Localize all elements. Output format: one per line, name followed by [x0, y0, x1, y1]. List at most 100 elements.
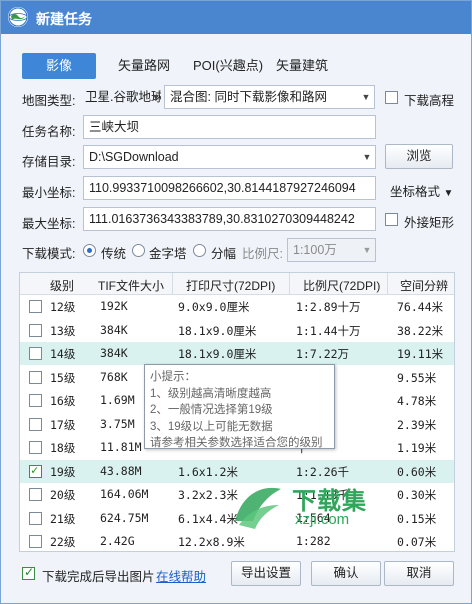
cell-level: 19级	[50, 464, 76, 479]
min-coord-input[interactable]: 110.9933710098266602,30.8144187927246094	[83, 176, 376, 200]
cell-tif-size: 768K	[100, 369, 128, 384]
cell-resolution: 9.55米	[397, 370, 437, 385]
tab-vector-buildings[interactable]: 矢量建筑	[269, 53, 335, 79]
row-checkbox[interactable]	[29, 441, 42, 454]
col-level: 级别	[50, 279, 75, 293]
col-tif-size: TIF文件大小	[98, 279, 164, 293]
max-coord-input[interactable]: 111.0163736343383789,30.8310270309448242	[83, 207, 376, 231]
browse-button[interactable]: 浏览	[385, 144, 453, 169]
chevron-down-icon: ▼	[151, 92, 161, 102]
scale-select[interactable]: 1:100万 ▼	[287, 238, 376, 262]
col-divider	[172, 273, 173, 295]
map-source-select[interactable]: 卫星.谷歌地球 ▼	[83, 85, 162, 109]
cell-print-size: 1.6x1.2米	[178, 464, 238, 479]
mode-sheet-radio[interactable]	[193, 244, 206, 257]
mode-traditional-radio[interactable]	[83, 244, 96, 257]
cell-level: 21级	[50, 511, 76, 526]
row-checkbox[interactable]	[29, 300, 42, 313]
table-row[interactable]: 14级 384K 18.1x9.0厘米 1:7.22万 19.11米	[20, 342, 454, 365]
row-checkbox[interactable]	[29, 535, 42, 548]
cell-level: 16级	[50, 394, 76, 408]
cell-tif-size: 624.75M	[100, 510, 149, 525]
row-checkbox[interactable]	[29, 394, 42, 407]
row-checkbox[interactable]	[29, 417, 42, 431]
row-checkbox[interactable]	[29, 488, 42, 501]
cell-tif-size: 192K	[100, 299, 128, 313]
cell-tif-size: 1.69M	[100, 393, 135, 407]
cell-resolution: 0.60米	[397, 464, 437, 479]
storage-path-select[interactable]: D:\SGDownload ▼	[83, 145, 376, 169]
download-elevation-checkbox[interactable]	[385, 91, 398, 104]
row-checkbox[interactable]	[29, 347, 42, 360]
cell-level: 13级	[50, 323, 76, 338]
coord-format-label: 坐标格式	[390, 185, 441, 199]
cell-resolution: 0.15米	[397, 511, 437, 526]
tab-imagery[interactable]: 影像	[22, 53, 96, 79]
task-name-label: 任务名称:	[22, 125, 76, 139]
row-checkbox[interactable]	[29, 511, 42, 525]
mode-pyramid-radio[interactable]	[132, 244, 145, 257]
map-mode-select[interactable]: 混合图: 同时下载影像和路网 ▼	[164, 85, 375, 109]
chevron-down-icon: ▼	[362, 152, 372, 162]
col-scale: 比例尺(72DPI)	[303, 279, 381, 293]
chevron-down-icon: ▼	[361, 92, 371, 102]
cell-level: 18级	[50, 441, 76, 455]
cell-print-size: 18.1x9.0厘米	[178, 323, 257, 338]
cell-print-size: 9.0x9.0厘米	[178, 300, 250, 314]
cell-level: 22级	[50, 535, 76, 549]
cell-print-size: 18.1x9.0厘米	[178, 347, 257, 361]
table-row[interactable]: 13级 384K 18.1x9.0厘米 1:1.44十万 38.22米	[20, 319, 454, 342]
confirm-button[interactable]: 确认	[311, 561, 381, 586]
row-checkbox[interactable]	[29, 323, 42, 337]
col-print-size: 打印尺寸(72DPI)	[186, 279, 276, 293]
mode-pyramid-label: 金字塔	[149, 247, 187, 261]
max-coord-label: 最大坐标:	[22, 217, 76, 231]
col-resolution: 空间分辨	[400, 279, 449, 293]
cell-tif-size: 43.88M	[100, 463, 142, 478]
coord-format-menu[interactable]: 坐标格式 ▼	[390, 181, 453, 200]
cell-scale: 1:1.44十万	[296, 323, 361, 338]
window-title: 新建任务	[36, 11, 92, 27]
cell-resolution: 2.39米	[397, 417, 437, 432]
cell-resolution: 1.19米	[397, 441, 437, 455]
row-checkbox[interactable]	[29, 370, 42, 384]
cell-level: 15级	[50, 370, 76, 385]
cell-scale: 1:2.89十万	[296, 300, 361, 314]
tip-title: 小提示：	[150, 371, 196, 383]
table-row[interactable]: 12级 192K 9.0x9.0厘米 1:2.89十万 76.44米	[20, 295, 454, 318]
cell-tif-size: 384K	[100, 322, 128, 337]
outer-rect-checkbox[interactable]	[385, 213, 398, 226]
cell-tif-size: 164.06M	[100, 487, 149, 501]
export-after-download-checkbox[interactable]	[22, 565, 35, 580]
col-divider	[289, 273, 290, 295]
cell-scale: 1:282	[296, 534, 331, 548]
storage-path-value: D:\SGDownload	[89, 150, 179, 164]
watermark-url: xzji.com	[295, 511, 350, 528]
cell-level: 17级	[50, 417, 76, 432]
tab-vector-roads[interactable]: 矢量路网	[107, 53, 181, 79]
col-divider	[387, 273, 388, 295]
cell-level: 14级	[50, 347, 76, 361]
export-after-download-label: 下载完成后导出图片	[42, 570, 155, 584]
tip-popup: 小提示： 1、级别越高清晰度越高 2、一般情况选择第19级 3、19级以上可能无…	[144, 364, 335, 449]
table-header: 级别 TIF文件大小 打印尺寸(72DPI) 比例尺(72DPI) 空间分辨	[20, 273, 454, 295]
download-elevation-label: 下载高程	[404, 94, 455, 108]
globe-icon	[8, 7, 28, 27]
task-name-input[interactable]: 三峡大坝	[83, 115, 376, 139]
cell-resolution: 76.44米	[397, 300, 444, 314]
tip-line: 1、级别越高清晰度越高	[150, 387, 272, 400]
cell-tif-size: 11.81M	[100, 440, 142, 454]
title-bar: 新建任务	[1, 1, 471, 34]
mode-traditional-label: 传统	[101, 247, 127, 261]
mode-sheet-label: 分幅	[211, 247, 237, 261]
online-help-link[interactable]: 在线帮助	[156, 566, 206, 585]
tab-poi[interactable]: POI(兴趣点)	[184, 53, 272, 79]
scale-value: 1:100万	[293, 243, 337, 257]
export-settings-button[interactable]: 导出设置	[231, 561, 301, 586]
cancel-button[interactable]: 取消	[384, 561, 454, 586]
row-checkbox[interactable]	[29, 463, 42, 478]
cell-level: 20级	[50, 488, 76, 502]
watermark-logo-icon	[235, 487, 281, 529]
cell-tif-size: 3.75M	[100, 416, 135, 431]
caret-down-icon: ▼	[443, 188, 454, 199]
